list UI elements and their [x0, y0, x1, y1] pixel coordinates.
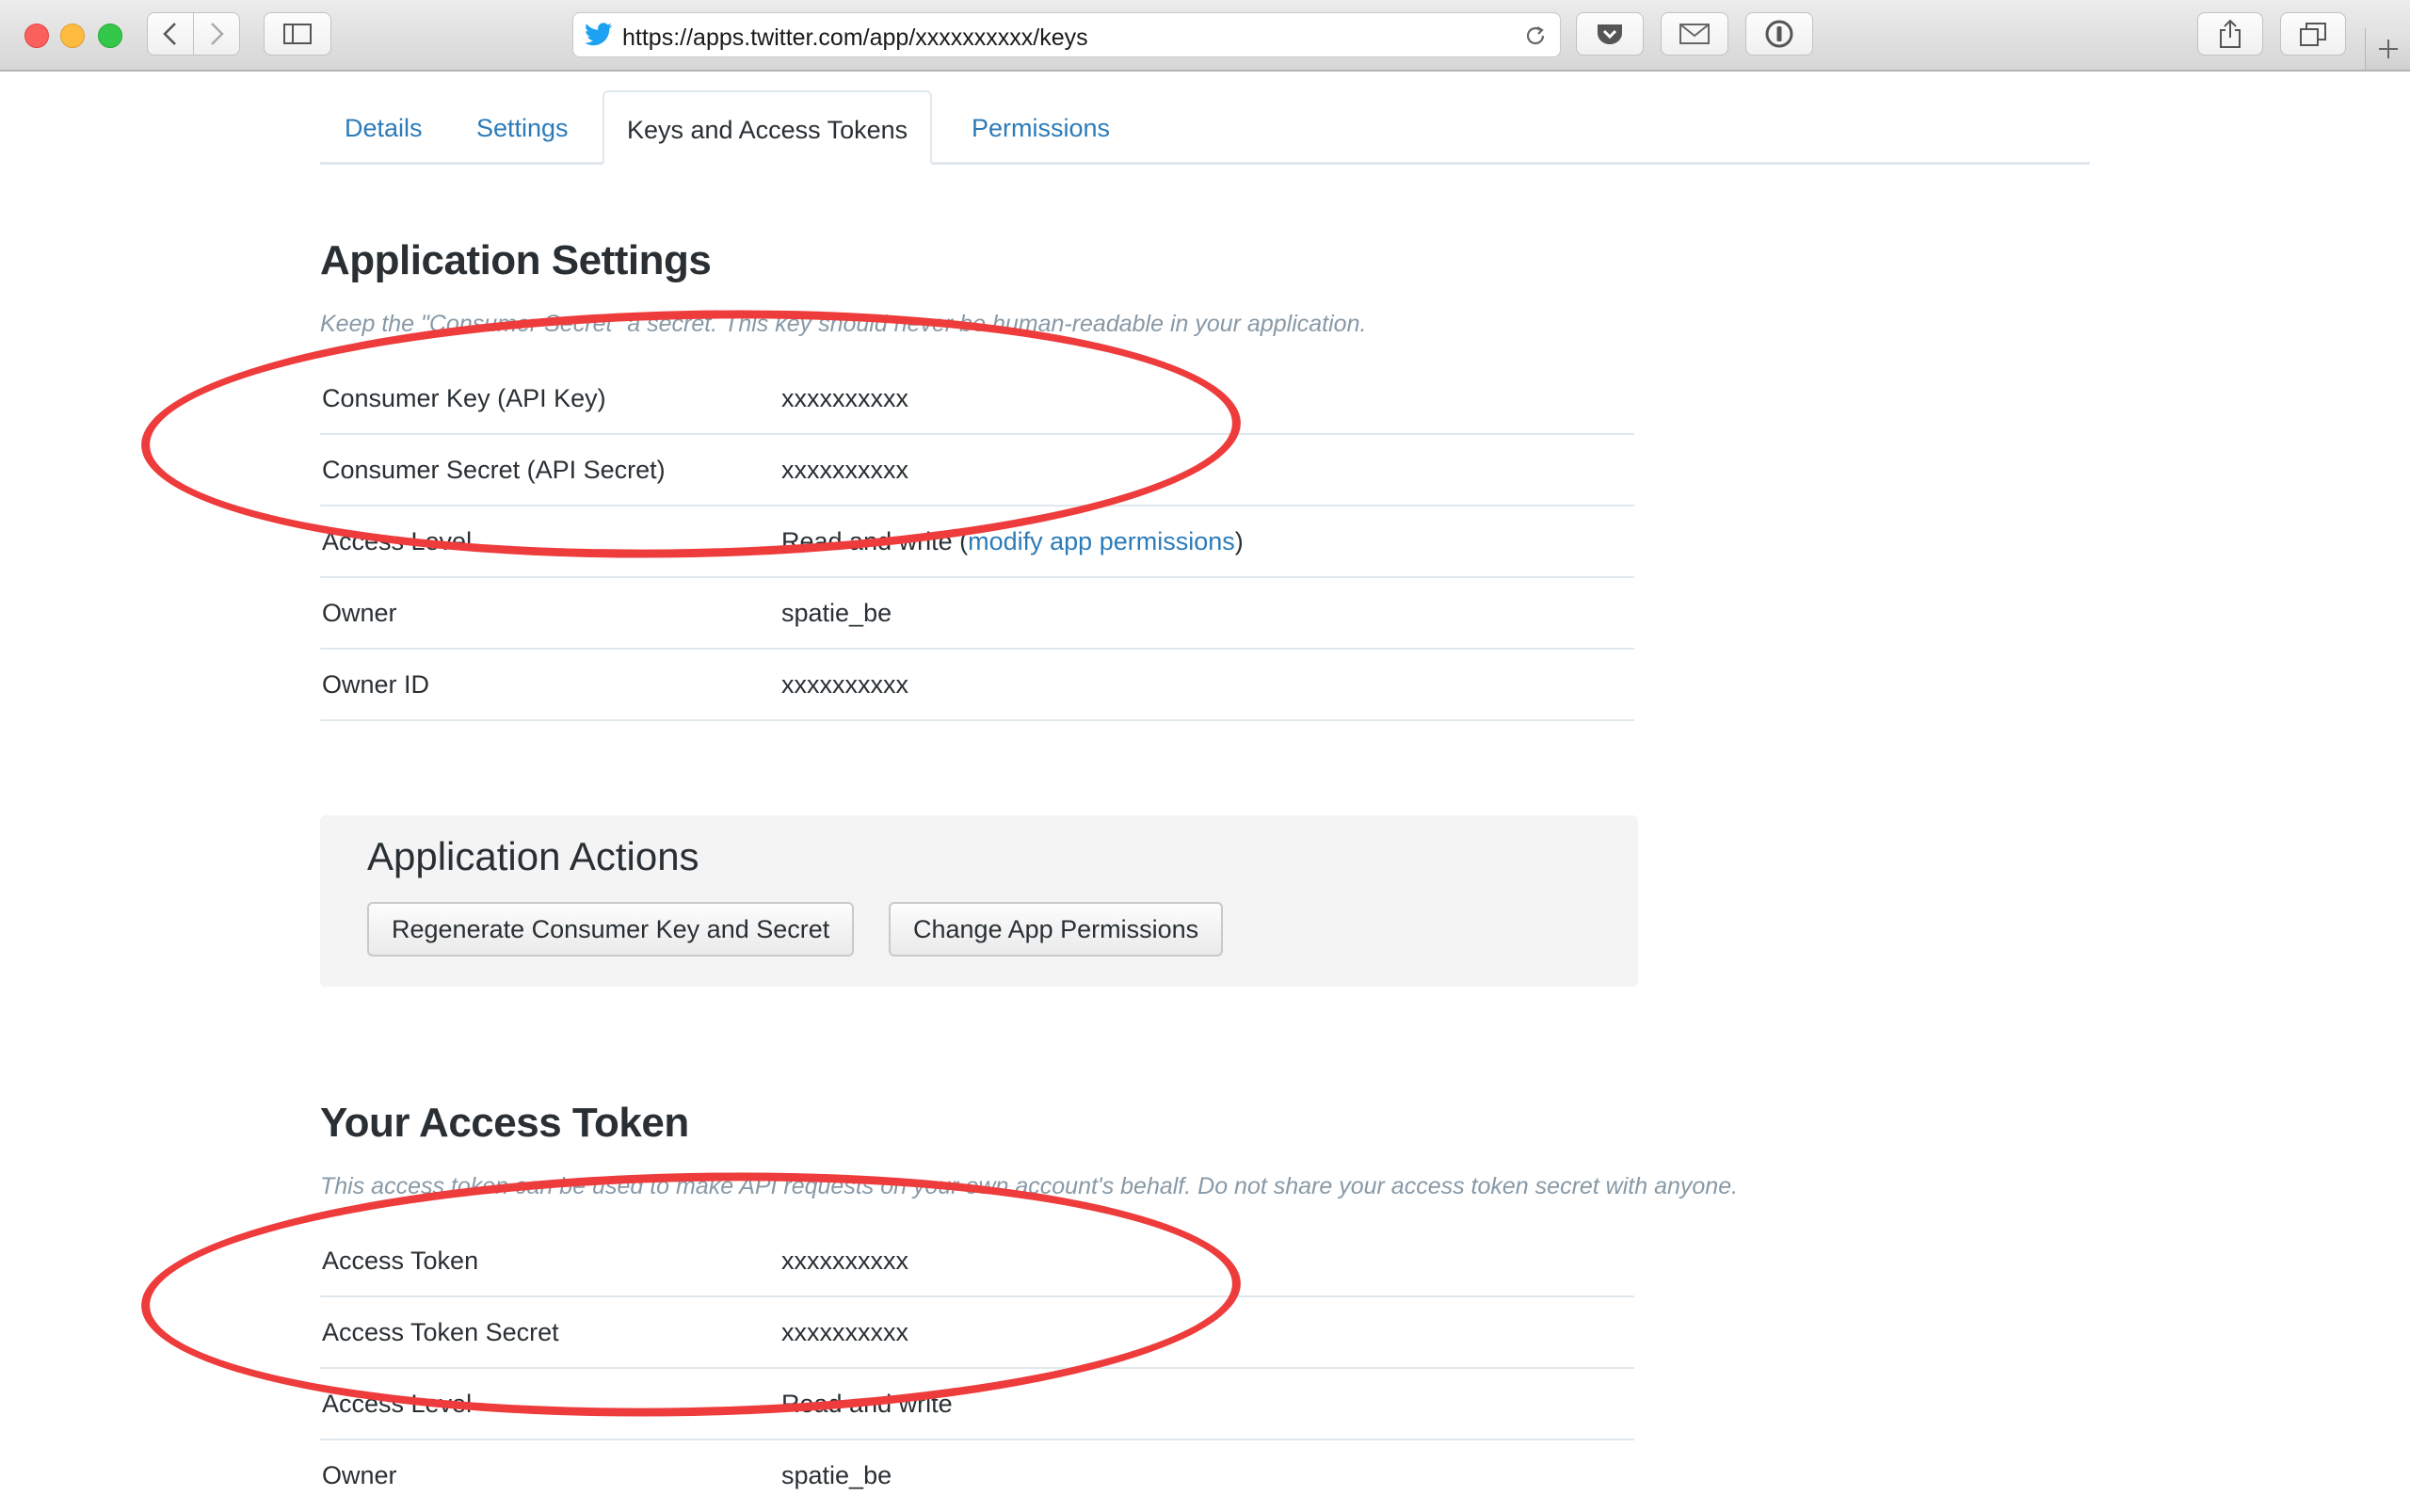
- row-value: spatie_be: [781, 599, 892, 627]
- zoom-window-button[interactable]: [98, 24, 122, 48]
- settings-row-consumer-secret: Consumer Secret (API Secret) xxxxxxxxxx: [320, 435, 1634, 507]
- twitter-bird-icon: [585, 23, 613, 46]
- token-row-access-token-secret: Access Token Secret xxxxxxxxxx: [320, 1297, 1634, 1369]
- row-label: Access Token Secret: [322, 1318, 559, 1346]
- row-value: Read and write (modify app permissions): [781, 527, 1244, 556]
- regenerate-consumer-key-button[interactable]: Regenerate Consumer Key and Secret: [367, 902, 855, 957]
- token-row-access-token: Access Token xxxxxxxxxx: [320, 1226, 1634, 1297]
- row-value: Read and write: [781, 1390, 953, 1418]
- onepassword-button[interactable]: [1745, 12, 1813, 56]
- settings-row-access-level: Access Level Read and write (modify app …: [320, 507, 1634, 578]
- row-value: xxxxxxxxxx: [781, 384, 908, 412]
- sidebar-icon: [283, 24, 312, 44]
- onepassword-icon: [1765, 20, 1793, 48]
- tab-keys-and-access-tokens[interactable]: Keys and Access Tokens: [602, 90, 933, 165]
- application-actions-heading: Application Actions: [367, 834, 699, 878]
- url-text: https://apps.twitter.com/app/xxxxxxxxxx/…: [622, 24, 1088, 51]
- browser-toolbar: https://apps.twitter.com/app/xxxxxxxxxx/…: [0, 0, 2410, 72]
- back-button[interactable]: [147, 12, 194, 56]
- forward-icon: [211, 23, 224, 45]
- access-token-description: This access token can be used to make AP…: [320, 1173, 1739, 1199]
- settings-row-owner-id: Owner ID xxxxxxxxxx: [320, 650, 1634, 721]
- back-icon: [163, 23, 176, 45]
- row-label: Access Token: [322, 1247, 479, 1275]
- row-value: xxxxxxxxxx: [781, 456, 908, 484]
- share-button[interactable]: [2197, 12, 2263, 56]
- row-label: Owner ID: [322, 670, 430, 699]
- new-tab-icon: [2379, 40, 2398, 58]
- settings-row-owner: Owner spatie_be: [320, 578, 1634, 650]
- settings-row-consumer-key: Consumer Key (API Key) xxxxxxxxxx: [320, 363, 1634, 435]
- application-settings-heading: Application Settings: [320, 237, 712, 283]
- access-token-heading: Your Access Token: [320, 1100, 689, 1146]
- minimize-window-button[interactable]: [60, 24, 85, 48]
- row-value: xxxxxxxxxx: [781, 1247, 908, 1275]
- row-label: Owner: [322, 599, 397, 627]
- forward-button[interactable]: [193, 12, 240, 56]
- row-label: Owner: [322, 1461, 397, 1489]
- share-icon: [2220, 19, 2241, 48]
- close-window-button[interactable]: [24, 24, 49, 48]
- row-label: Access Level: [322, 527, 473, 555]
- pocket-icon: [1598, 24, 1622, 44]
- app-tabs: Details Settings Keys and Access Tokens …: [320, 90, 2090, 165]
- reload-icon[interactable]: [1524, 24, 1549, 47]
- row-value: xxxxxxxxxx: [781, 1318, 908, 1346]
- access-level-value: Read and write: [781, 527, 953, 555]
- row-value: spatie_be: [781, 1461, 892, 1489]
- row-label: Access Level: [322, 1390, 473, 1418]
- change-app-permissions-button[interactable]: Change App Permissions: [889, 902, 1224, 957]
- row-value: xxxxxxxxxx: [781, 670, 908, 699]
- tab-settings[interactable]: Settings: [476, 90, 569, 162]
- row-label: Consumer Key (API Key): [322, 384, 606, 412]
- tab-permissions[interactable]: Permissions: [972, 90, 1110, 162]
- tab-details[interactable]: Details: [345, 90, 423, 162]
- address-bar[interactable]: https://apps.twitter.com/app/xxxxxxxxxx/…: [572, 12, 1561, 57]
- paren-open: (: [959, 527, 969, 555]
- application-settings-description: Keep the "Consumer Secret" a secret. Thi…: [320, 311, 1367, 337]
- mail-icon: [1679, 24, 1710, 44]
- paren-close: ): [1234, 527, 1244, 555]
- show-tabs-button[interactable]: [2280, 12, 2346, 56]
- tabs-icon: [2300, 23, 2326, 46]
- token-row-access-level: Access Level Read and write: [320, 1369, 1634, 1440]
- sidebar-button[interactable]: [264, 12, 331, 56]
- application-actions-panel: Application Actions Regenerate Consumer …: [320, 815, 1638, 987]
- pocket-button[interactable]: [1576, 12, 1644, 56]
- new-tab-button[interactable]: [2365, 28, 2410, 70]
- token-row-owner: Owner spatie_be: [320, 1440, 1634, 1512]
- modify-app-permissions-link[interactable]: modify app permissions: [968, 527, 1235, 555]
- row-label: Consumer Secret (API Secret): [322, 456, 666, 484]
- mail-button[interactable]: [1661, 12, 1728, 56]
